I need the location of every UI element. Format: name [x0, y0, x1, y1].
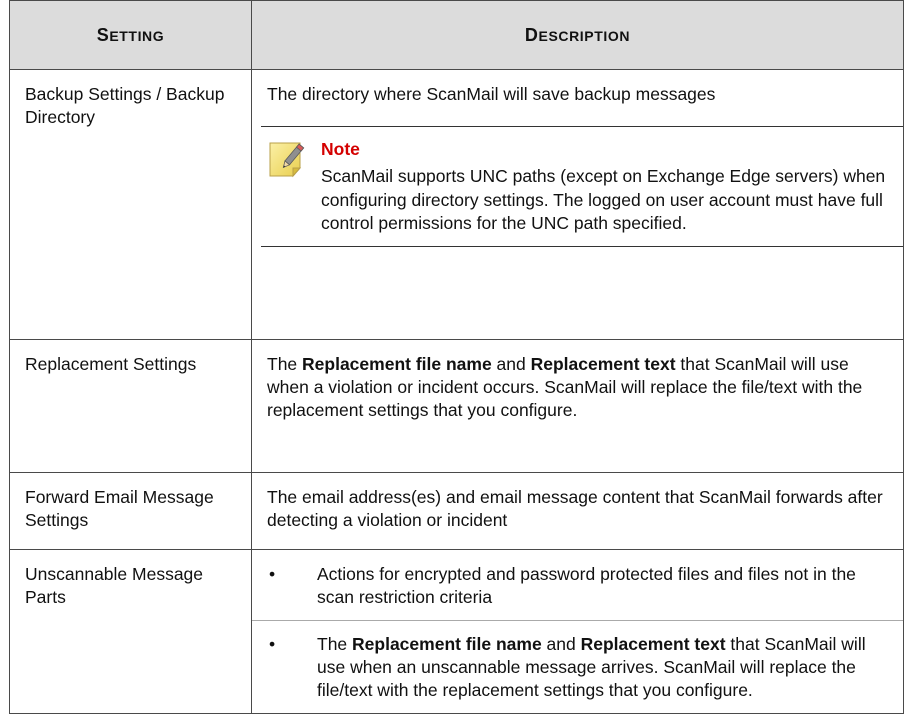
bullet-text: Actions for encrypted and password prote…	[317, 564, 856, 607]
description-column-header: DESCRIPTION	[251, 0, 904, 70]
settings-table: SETTING DESCRIPTION Backup Settings / Ba…	[9, 0, 904, 714]
table-row: Unscannable Message Parts • Actions for …	[9, 549, 904, 714]
setting-label: Forward Email Message Settings	[25, 487, 214, 530]
table-row: Forward Email Message Settings The email…	[9, 472, 904, 550]
setting-cell: Unscannable Message Parts	[9, 549, 252, 714]
setting-column-header: SETTING	[9, 0, 252, 70]
description-cell: The directory where ScanMail will save b…	[251, 69, 904, 340]
description-cell: • Actions for encrypted and password pro…	[251, 549, 904, 714]
description-cell: The email address(es) and email message …	[251, 472, 904, 550]
list-item: • Actions for encrypted and password pro…	[252, 563, 903, 609]
bold-term: Replacement file name	[352, 634, 542, 654]
bold-term: Replacement text	[580, 634, 726, 654]
note-block: Note ScanMail supports UNC paths (except…	[267, 138, 891, 236]
bullet-marker: •	[269, 634, 276, 654]
setting-cell: Replacement Settings	[9, 339, 252, 473]
list-item: • The Replacement file name and Replacem…	[252, 620, 903, 702]
note-pencil-icon	[267, 140, 307, 180]
table-header-row: SETTING DESCRIPTION	[9, 0, 904, 70]
bold-term: Replacement text	[530, 354, 676, 374]
setting-cell: Forward Email Message Settings	[9, 472, 252, 550]
bullet-text: The Replacement file name and Replacemen…	[317, 634, 866, 700]
settings-table-container: SETTING DESCRIPTION Backup Settings / Ba…	[9, 0, 904, 714]
note-bottom-divider	[261, 245, 903, 247]
note-title: Note	[321, 139, 360, 159]
note-top-divider	[261, 126, 903, 127]
description-text: The Replacement file name and Replacemen…	[267, 354, 863, 420]
description-cell: The Replacement file name and Replacemen…	[251, 339, 904, 473]
setting-label: Replacement Settings	[25, 354, 197, 374]
bold-term: Replacement file name	[302, 354, 492, 374]
table-row: Backup Settings / Backup Directory The d…	[9, 69, 904, 340]
setting-label: Backup Settings / Backup Directory	[25, 84, 225, 127]
bullet-list: • Actions for encrypted and password pro…	[252, 563, 903, 702]
description-text: The directory where ScanMail will save b…	[267, 84, 716, 104]
setting-label: Unscannable Message Parts	[25, 564, 204, 607]
table-row: Replacement Settings The Replacement fil…	[9, 339, 904, 473]
note-body: ScanMail supports UNC paths (except on E…	[321, 166, 886, 233]
description-text: The email address(es) and email message …	[267, 487, 883, 530]
setting-cell: Backup Settings / Backup Directory	[9, 69, 252, 340]
bullet-marker: •	[269, 564, 276, 584]
